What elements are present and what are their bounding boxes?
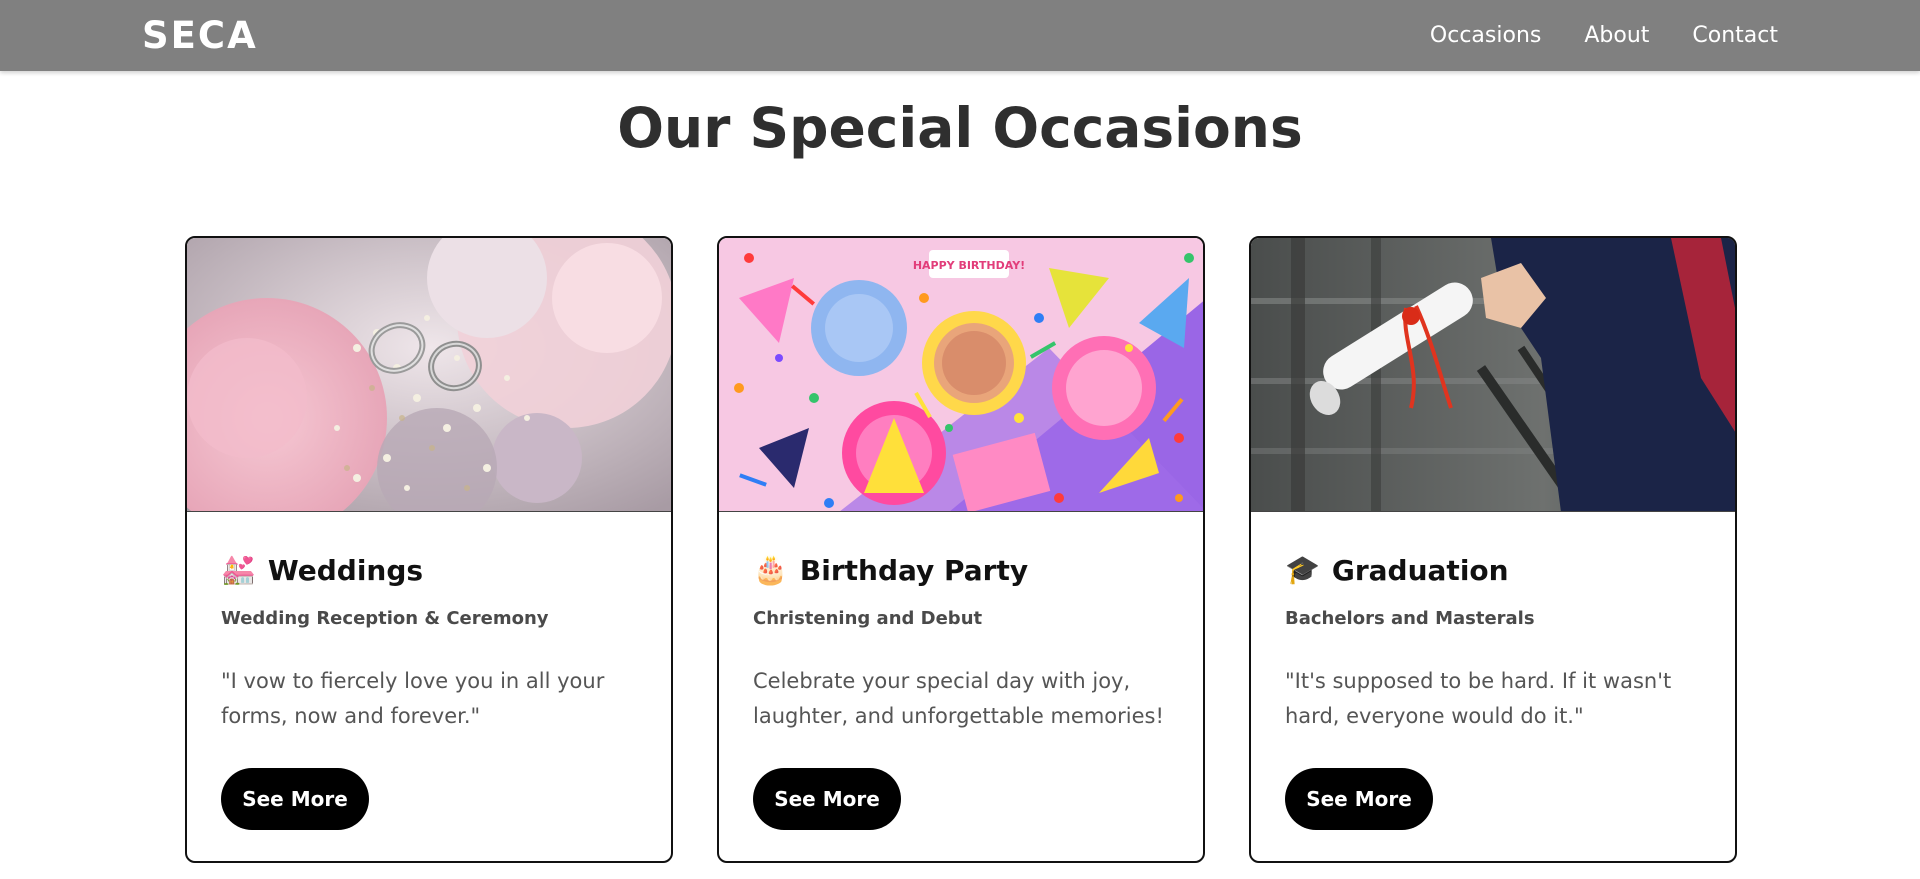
occasion-cards: 💒 Weddings Wedding Reception & Ceremony … (185, 236, 1737, 863)
page-title: Our Special Occasions (617, 96, 1303, 160)
nav-links: Occasions About Contact (1430, 23, 1778, 48)
card-subtitle: Christening and Debut (753, 608, 983, 629)
wedding-rings-image (187, 238, 671, 512)
card-title: Weddings (267, 553, 424, 587)
card-body: 💒 Weddings Wedding Reception & Ceremony … (221, 552, 641, 734)
nav-link-about[interactable]: About (1584, 23, 1649, 48)
card-title: Birthday Party (799, 553, 1029, 587)
card-body: 🎂 Birthday Party Christening and Debut C… (753, 552, 1173, 734)
nav-link-occasions[interactable]: Occasions (1430, 23, 1541, 48)
card-quote: "It's supposed to be hard. If it wasn't … (1285, 669, 1672, 728)
see-more-button-graduation[interactable]: See More (1285, 768, 1433, 830)
card-body: 🎓 Graduation Bachelors and Masterals "It… (1285, 552, 1705, 734)
birthday-cake-icon: 🎂 (753, 553, 788, 586)
card-title-row: 🎓 Graduation (1285, 552, 1705, 588)
birthday-party-image: HAPPY BIRTHDAY! (719, 238, 1203, 512)
card-graduation: 🎓 Graduation Bachelors and Masterals "It… (1249, 236, 1737, 863)
see-more-button-birthday[interactable]: See More (753, 768, 901, 830)
card-title: Graduation (1331, 553, 1509, 587)
card-subtitle: Wedding Reception & Ceremony (221, 608, 549, 629)
navbar: SECA Occasions About Contact (0, 0, 1920, 71)
card-description: Celebrate your special day with joy, lau… (753, 669, 1164, 728)
graduation-diploma-image (1251, 238, 1735, 512)
card-birthday-party: HAPPY BIRTHDAY! 🎂 Birthday Party Christe… (717, 236, 1205, 863)
happy-birthday-banner: HAPPY BIRTHDAY! (913, 259, 1025, 272)
brand-logo[interactable]: SECA (142, 14, 258, 57)
graduation-cap-icon: 🎓 (1285, 553, 1320, 586)
card-title-row: 🎂 Birthday Party (753, 552, 1173, 588)
card-quote: "I vow to fiercely love you in all your … (221, 669, 605, 728)
card-weddings: 💒 Weddings Wedding Reception & Ceremony … (185, 236, 673, 863)
nav-link-contact[interactable]: Contact (1692, 23, 1778, 48)
wedding-chapel-icon: 💒 (221, 553, 256, 586)
card-title-row: 💒 Weddings (221, 552, 641, 588)
card-subtitle: Bachelors and Masterals (1285, 608, 1535, 629)
see-more-button-weddings[interactable]: See More (221, 768, 369, 830)
